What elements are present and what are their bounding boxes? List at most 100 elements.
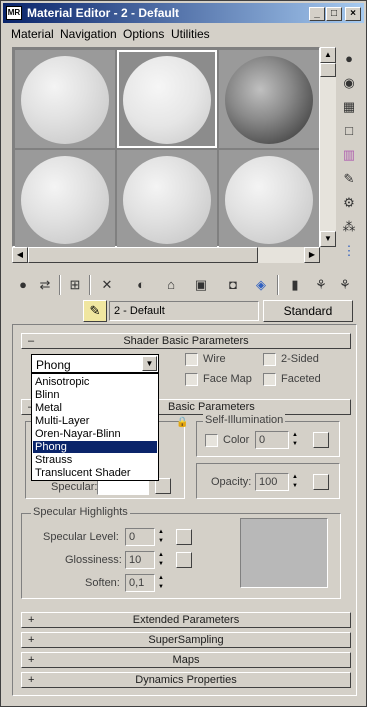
- title-bar[interactable]: MR Material Editor - 2 - Default _ □ ×: [3, 3, 364, 23]
- select-by-material-icon[interactable]: ⁂: [339, 217, 359, 237]
- material-id-icon[interactable]: ▣: [191, 275, 211, 295]
- shader-option[interactable]: Blinn: [33, 389, 157, 401]
- shader-option[interactable]: Strauss: [33, 454, 157, 466]
- rollout-title: SuperSampling: [148, 634, 224, 646]
- glossiness-map-button[interactable]: [176, 552, 192, 568]
- sample-sphere: [21, 156, 109, 244]
- go-forward-icon[interactable]: ⚘: [311, 275, 331, 295]
- soften-value[interactable]: 0,1: [125, 574, 155, 592]
- rollout-supersampling[interactable]: + SuperSampling: [21, 632, 351, 648]
- spinner-arrows[interactable]: ▲ ▼: [156, 551, 166, 569]
- maximize-button[interactable]: □: [326, 7, 342, 21]
- material-name-field[interactable]: 2 - Default: [109, 301, 259, 321]
- material-type-button[interactable]: Standard: [263, 300, 353, 322]
- shader-option-highlighted[interactable]: Phong: [33, 441, 157, 453]
- faceted-checkbox[interactable]: [263, 373, 276, 386]
- self-illum-color-checkbox[interactable]: [205, 434, 218, 447]
- show-end-result-icon[interactable]: ◈: [251, 275, 271, 295]
- opacity-value[interactable]: 100: [255, 473, 289, 491]
- options-icon[interactable]: ⚙: [339, 193, 359, 213]
- minimize-button[interactable]: _: [309, 7, 325, 21]
- spinner-arrows[interactable]: ▲ ▼: [156, 528, 166, 546]
- menu-utilities[interactable]: Utilities: [171, 27, 210, 41]
- video-color-check-icon[interactable]: ▥: [339, 145, 359, 165]
- slots-horizontal-scrollbar[interactable]: ◀ ▶: [12, 247, 320, 263]
- uv-tiling-icon[interactable]: □: [339, 121, 359, 141]
- soften-label: Soften:: [85, 577, 120, 589]
- self-illum-spinner[interactable]: 0 ▲ ▼: [255, 431, 301, 449]
- reset-icon[interactable]: ✕: [97, 275, 117, 295]
- spinner-arrows[interactable]: ▲ ▼: [290, 473, 300, 491]
- sample-sphere: [225, 56, 313, 144]
- opacity-spinner[interactable]: 100 ▲ ▼: [255, 473, 301, 491]
- scroll-left-button[interactable]: ◀: [12, 247, 28, 263]
- menu-material[interactable]: Material: [11, 27, 54, 41]
- go-to-parent-icon[interactable]: ▮: [285, 275, 305, 295]
- glossiness-spinner[interactable]: 10 ▲ ▼: [125, 551, 167, 569]
- chevron-down-icon[interactable]: ▼: [142, 356, 157, 371]
- sample-slot-6[interactable]: [219, 150, 319, 248]
- sample-sphere: [225, 156, 313, 244]
- specular-highlights-label: Specular Highlights: [31, 506, 130, 518]
- toolbar-separator: [89, 275, 91, 295]
- put-to-library-icon[interactable]: ⌂: [161, 275, 181, 295]
- close-button[interactable]: ×: [345, 7, 361, 21]
- faceted-label: Faceted: [281, 373, 321, 385]
- rollout-title: Maps: [172, 654, 200, 666]
- shader-option[interactable]: Metal: [33, 402, 157, 414]
- sample-slot-1[interactable]: [15, 50, 115, 148]
- scroll-down-button[interactable]: ▼: [320, 231, 336, 247]
- sample-sphere: [21, 56, 109, 144]
- shader-option[interactable]: Translucent Shader: [33, 467, 157, 479]
- pick-material-icon[interactable]: ✎: [83, 300, 107, 322]
- specular-level-map-button[interactable]: [176, 529, 192, 545]
- rollout-shader-basic[interactable]: – Shader Basic Parameters: [21, 333, 351, 349]
- spinner-arrows[interactable]: ▲ ▼: [290, 431, 300, 449]
- assign-to-selection-icon[interactable]: ⊞: [65, 275, 85, 295]
- rollout-dynamics[interactable]: + Dynamics Properties: [21, 672, 351, 688]
- specular-level-spinner[interactable]: 0 ▲ ▼: [125, 528, 167, 546]
- shader-option[interactable]: Multi-Layer: [33, 415, 157, 427]
- scroll-right-button[interactable]: ▶: [304, 247, 320, 263]
- make-preview-icon[interactable]: ✎: [339, 169, 359, 189]
- material-navigator-icon[interactable]: ⋮: [339, 241, 359, 261]
- scroll-thumb[interactable]: [320, 63, 336, 77]
- lock-icon[interactable]: 🔒: [176, 417, 188, 428]
- wire-checkbox[interactable]: [185, 353, 198, 366]
- face-map-checkbox[interactable]: [185, 373, 198, 386]
- sample-type-icon[interactable]: ●: [339, 49, 359, 69]
- slots-vertical-scrollbar[interactable]: ▲ ▼: [320, 47, 336, 247]
- self-illum-map-button[interactable]: [313, 432, 329, 448]
- go-to-sibling-icon[interactable]: ⚘: [335, 275, 355, 295]
- shader-option[interactable]: Oren-Nayar-Blinn: [33, 428, 157, 440]
- self-illum-value[interactable]: 0: [255, 431, 289, 449]
- scroll-thumb[interactable]: [28, 247, 258, 263]
- shader-option[interactable]: Anisotropic: [33, 376, 157, 388]
- two-sided-checkbox[interactable]: [263, 353, 276, 366]
- sample-slot-4[interactable]: [15, 150, 115, 248]
- rollout-maps[interactable]: + Maps: [21, 652, 351, 668]
- menu-navigation[interactable]: Navigation: [60, 27, 117, 41]
- sample-slot-3[interactable]: [219, 50, 319, 148]
- shader-type-dropdown[interactable]: Phong ▼: [31, 354, 159, 373]
- show-map-icon[interactable]: ◘: [223, 275, 243, 295]
- specular-level-value[interactable]: 0: [125, 528, 155, 546]
- sample-slot-2[interactable]: [117, 50, 217, 148]
- get-material-icon[interactable]: ●: [13, 275, 33, 295]
- rollout-toggle-sign: –: [28, 335, 35, 347]
- menu-options[interactable]: Options: [123, 27, 164, 41]
- opacity-map-button[interactable]: [313, 474, 329, 490]
- scroll-up-button[interactable]: ▲: [320, 47, 336, 63]
- soften-spinner[interactable]: 0,1 ▲ ▼: [125, 574, 167, 592]
- put-to-scene-icon[interactable]: ⇄: [35, 275, 55, 295]
- rollout-title: Dynamics Properties: [135, 674, 237, 686]
- glossiness-value[interactable]: 10: [125, 551, 155, 569]
- make-unique-icon[interactable]: ◐: [131, 275, 151, 295]
- background-icon[interactable]: ▦: [339, 97, 359, 117]
- specular-label: Specular:: [51, 481, 98, 493]
- sample-slot-5[interactable]: [117, 150, 217, 248]
- spinner-arrows[interactable]: ▲ ▼: [156, 574, 166, 592]
- toolbar-separator: [277, 275, 279, 295]
- backlight-icon[interactable]: ◉: [339, 73, 359, 93]
- rollout-extended-params[interactable]: + Extended Parameters: [21, 612, 351, 628]
